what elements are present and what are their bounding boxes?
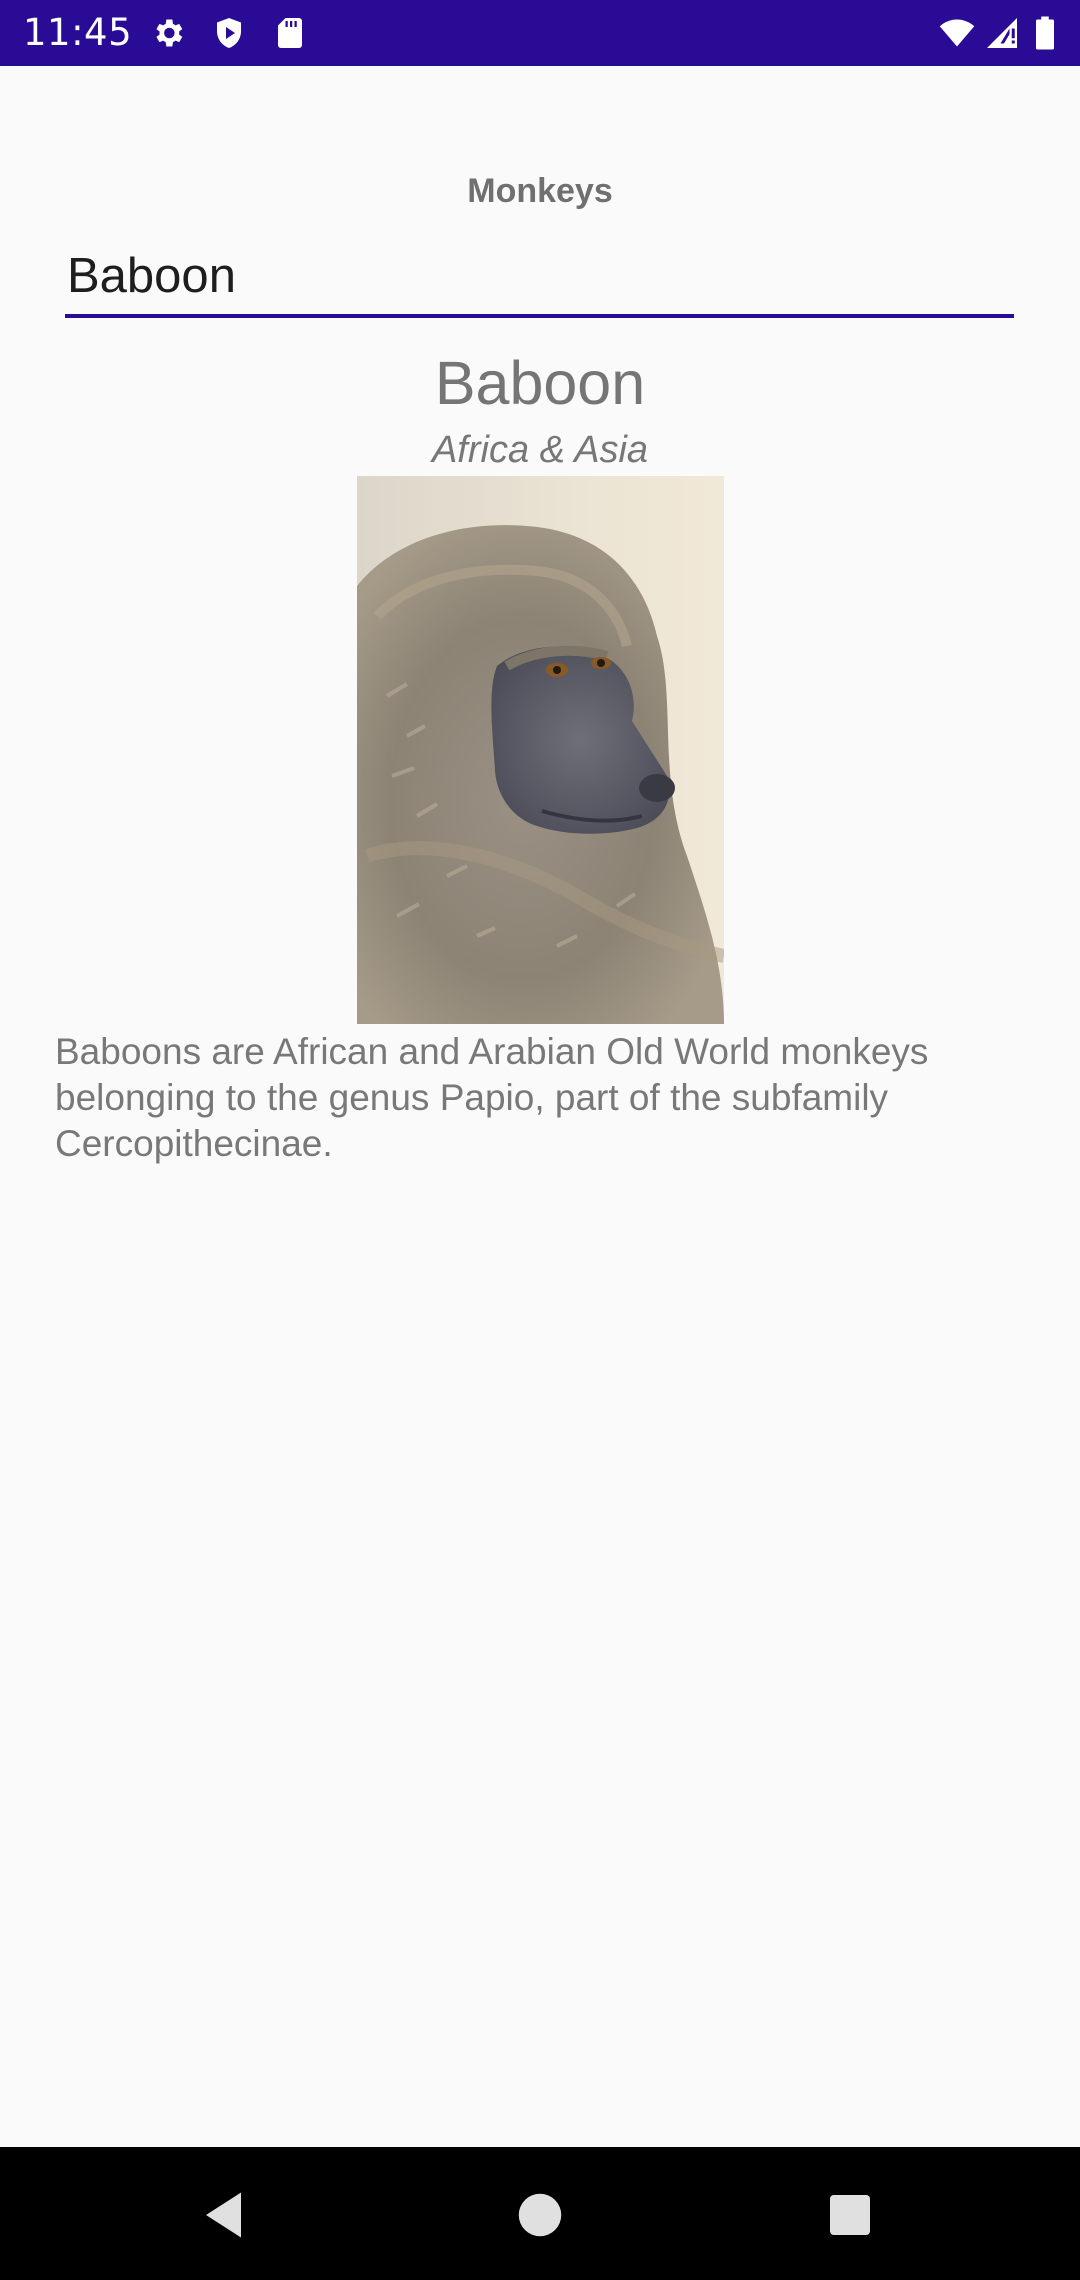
monkey-location: Africa & Asia xyxy=(431,429,649,471)
recents-button[interactable] xyxy=(820,2185,880,2245)
monkey-details: Baboons are African and Arabian Old Worl… xyxy=(55,1031,929,1164)
cell-signal-icon xyxy=(984,15,1020,51)
battery-icon xyxy=(1031,15,1059,51)
monkey-name: Baboon xyxy=(434,349,646,417)
home-icon xyxy=(518,2193,562,2237)
gear-icon xyxy=(150,15,186,51)
monkey-image xyxy=(357,476,724,1024)
back-button[interactable] xyxy=(196,2185,256,2245)
status-bar: 11:45 xyxy=(0,0,1080,66)
page-title: Monkeys xyxy=(467,172,613,210)
navigation-bar xyxy=(0,2147,1080,2280)
back-icon xyxy=(206,2192,241,2238)
wifi-icon xyxy=(936,15,978,51)
search-input[interactable] xyxy=(67,246,997,306)
home-button[interactable] xyxy=(510,2185,570,2245)
shield-icon xyxy=(211,15,247,51)
sd-card-icon xyxy=(272,15,308,51)
status-time: 11:45 xyxy=(23,11,133,54)
recents-icon xyxy=(830,2195,870,2235)
search-field[interactable] xyxy=(65,240,1014,318)
